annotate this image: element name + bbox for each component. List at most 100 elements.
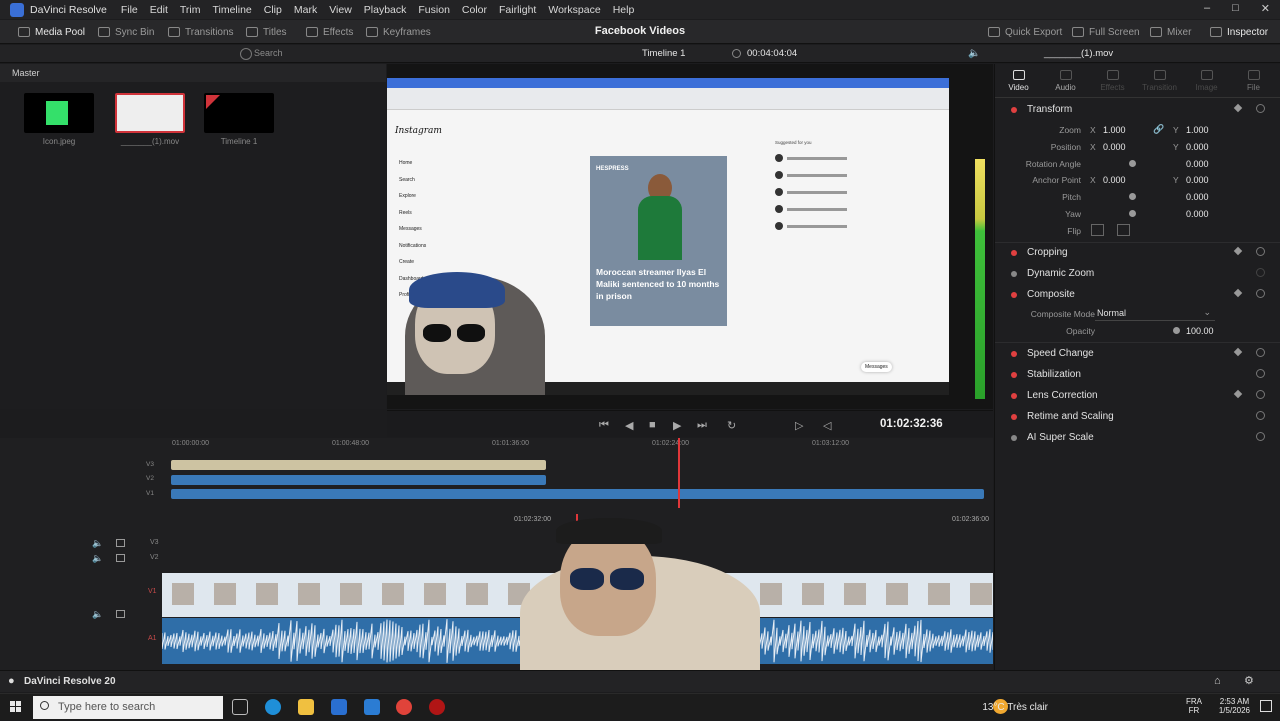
pitch-field[interactable]: 0.000 <box>1186 192 1209 202</box>
stabilization-section[interactable]: Stabilization <box>995 365 1280 385</box>
quick-export-button[interactable]: Quick Export <box>988 24 1062 40</box>
sync-bin-button[interactable]: Sync Bin <box>98 24 154 40</box>
full-screen-button[interactable]: Full Screen <box>1072 24 1140 40</box>
menu-item-workspace[interactable]: Workspace <box>548 4 600 16</box>
rotation-field[interactable]: 0.000 <box>1186 159 1209 169</box>
loop-icon[interactable]: ↻ <box>727 419 736 432</box>
tab-image[interactable]: Image <box>1183 64 1230 97</box>
reset-icon[interactable] <box>1256 104 1265 113</box>
keyframes-button[interactable]: Keyframes <box>366 24 431 40</box>
monitor-icon[interactable] <box>116 539 125 547</box>
media-clip-icon-jpeg[interactable]: Icon.jpeg <box>24 93 94 146</box>
overview-playhead[interactable] <box>678 438 680 508</box>
reset-icon[interactable] <box>1256 369 1265 378</box>
menu-item-clip[interactable]: Clip <box>264 4 282 16</box>
flip-horizontal-icon[interactable] <box>1091 224 1104 236</box>
menu-item-timeline[interactable]: Timeline <box>212 4 251 16</box>
anchor-y-field[interactable]: 0.000 <box>1186 175 1209 185</box>
tab-effects[interactable]: Effects <box>1089 64 1136 97</box>
viewer-panel[interactable]: Instagram Home Search Explore Reels Messages… <box>387 64 993 409</box>
media-clip-mov[interactable]: _______(1).mov <box>115 93 185 146</box>
overview-clip-v3[interactable] <box>171 460 546 470</box>
zoom-x-field[interactable]: 1.000 <box>1103 125 1126 135</box>
windows-start-icon[interactable] <box>10 701 22 713</box>
store-icon[interactable] <box>331 699 347 715</box>
clock[interactable]: 2:53 AM 1/5/2026 <box>1219 697 1250 715</box>
skip-to-start-icon[interactable]: ⏮ <box>599 419 609 432</box>
maximize-icon[interactable]: □ <box>1232 2 1239 15</box>
tab-transition[interactable]: Transition <box>1136 64 1183 97</box>
media-search-input[interactable]: Search <box>254 48 283 58</box>
play-icon[interactable]: ▶ <box>673 419 681 432</box>
next-edit-icon[interactable]: ▷ <box>795 419 803 432</box>
keyframe-icon[interactable] <box>1233 288 1243 298</box>
menu-item-help[interactable]: Help <box>613 4 635 16</box>
lens-correction-section[interactable]: Lens Correction <box>995 386 1280 406</box>
reverse-play-icon[interactable]: ◀ <box>625 419 633 432</box>
yaw-slider[interactable] <box>1129 210 1136 217</box>
transitions-button[interactable]: Transitions <box>168 24 234 40</box>
reset-icon[interactable] <box>1256 289 1265 298</box>
mixer-button[interactable]: Mixer <box>1150 24 1191 40</box>
language-indicator[interactable]: FRA FR <box>1186 697 1202 715</box>
composite-mode-select[interactable]: Normal ⌄ <box>1095 306 1215 321</box>
opacity-slider[interactable] <box>1173 327 1180 334</box>
rotation-slider[interactable] <box>1129 160 1136 167</box>
tab-file[interactable]: File <box>1230 64 1277 97</box>
audio-toggle-icon[interactable]: 🔈 <box>92 538 103 549</box>
anchor-x-field[interactable]: 0.000 <box>1103 175 1126 185</box>
timeline-selector[interactable]: Timeline 1 <box>642 48 685 59</box>
reset-icon[interactable] <box>1256 432 1265 441</box>
media-clip-timeline[interactable]: Timeline 1 <box>204 93 274 146</box>
opacity-field[interactable]: 100.00 <box>1186 326 1214 336</box>
titles-button[interactable]: Titles <box>246 24 287 40</box>
composite-section[interactable]: Composite <box>995 285 1280 305</box>
prev-edit-icon[interactable]: ◁ <box>823 419 831 432</box>
speaker-icon[interactable]: 🔈 <box>968 48 980 59</box>
transform-section[interactable]: Transform <box>995 100 1280 120</box>
mail-icon[interactable] <box>364 699 380 715</box>
cropping-section[interactable]: Cropping <box>995 243 1280 263</box>
close-icon[interactable]: ✕ <box>1261 2 1270 15</box>
master-bin-label[interactable]: Master <box>0 64 386 82</box>
settings-gear-icon[interactable]: ⚙ <box>1244 674 1254 687</box>
menu-item-edit[interactable]: Edit <box>150 4 168 16</box>
menu-item-fusion[interactable]: Fusion <box>418 4 450 16</box>
obs-icon[interactable] <box>429 699 445 715</box>
monitor-icon[interactable] <box>116 554 125 562</box>
stop-icon[interactable]: ■ <box>649 419 656 431</box>
overview-clip-v2[interactable] <box>171 475 546 485</box>
reset-icon[interactable] <box>1256 411 1265 420</box>
tab-video[interactable]: Video <box>995 64 1042 97</box>
chrome-icon[interactable] <box>396 699 412 715</box>
inspector-button[interactable]: Inspector <box>1210 24 1268 40</box>
task-view-icon[interactable] <box>232 699 248 715</box>
monitor-icon[interactable] <box>116 610 125 618</box>
keyframe-icon[interactable] <box>1233 347 1243 357</box>
keyframe-icon[interactable] <box>1233 103 1243 113</box>
reset-icon[interactable] <box>1256 348 1265 357</box>
effects-button[interactable]: Effects <box>306 24 353 40</box>
flip-vertical-icon[interactable] <box>1117 224 1130 236</box>
reset-icon[interactable] <box>1256 247 1265 256</box>
reset-icon[interactable] <box>1256 390 1265 399</box>
enable-toggle[interactable] <box>1011 107 1017 113</box>
audio-toggle-icon[interactable]: 🔈 <box>92 553 103 564</box>
reset-icon[interactable] <box>1256 268 1265 277</box>
overview-clip-v1[interactable] <box>171 489 984 499</box>
minimize-icon[interactable]: – <box>1204 2 1210 15</box>
keyframe-icon[interactable] <box>1233 389 1243 399</box>
pitch-slider[interactable] <box>1129 193 1136 200</box>
menu-item-playback[interactable]: Playback <box>364 4 407 16</box>
timeline-panel[interactable]: 01:00:00:00 01:00:48:00 01:01:36:00 01:02:2… <box>0 438 993 670</box>
keyframe-icon[interactable] <box>1233 246 1243 256</box>
position-x-field[interactable]: 0.000 <box>1103 142 1126 152</box>
notification-icon[interactable] <box>1260 700 1272 712</box>
retime-scaling-section[interactable]: Retime and Scaling <box>995 407 1280 427</box>
media-pool-button[interactable]: Media Pool <box>18 24 85 40</box>
tab-audio[interactable]: Audio <box>1042 64 1089 97</box>
skip-to-end-icon[interactable]: ⏭ <box>697 419 707 432</box>
search-icon[interactable] <box>240 48 252 60</box>
audio-toggle-icon[interactable]: 🔈 <box>92 609 103 620</box>
yaw-field[interactable]: 0.000 <box>1186 209 1209 219</box>
